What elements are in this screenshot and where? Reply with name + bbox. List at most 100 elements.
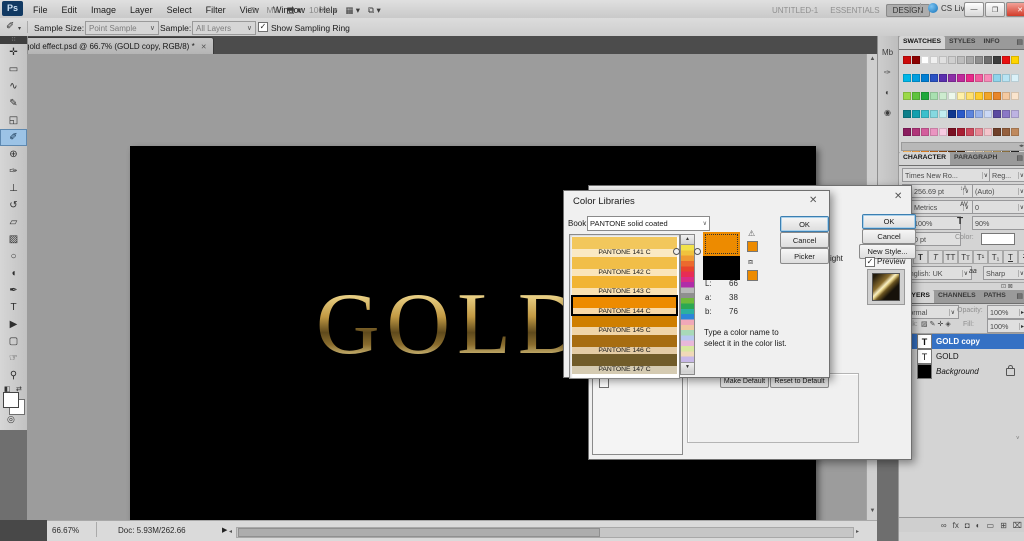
- all-caps-button[interactable]: TT: [943, 250, 958, 264]
- path-selection-tool[interactable]: ▶: [0, 316, 27, 333]
- move-tool[interactable]: ✛: [0, 44, 27, 61]
- cancel-button[interactable]: Cancel: [780, 232, 829, 248]
- new-layer-icon[interactable]: ⊞: [997, 521, 1010, 530]
- swatch-18[interactable]: [948, 74, 956, 82]
- lock-all-icon[interactable]: ◈: [945, 320, 950, 328]
- swatch-20[interactable]: [966, 74, 974, 82]
- swatch-25[interactable]: [1011, 74, 1019, 82]
- swatch-28[interactable]: [921, 92, 929, 100]
- adjustments-panel-icon[interactable]: ◐: [877, 82, 898, 102]
- tab-channels[interactable]: CHANNELS: [934, 290, 980, 303]
- swatch-23[interactable]: [993, 74, 1001, 82]
- link-layers-icon[interactable]: ∞: [938, 521, 950, 530]
- clone-stamp-tool[interactable]: ⊥: [0, 180, 27, 197]
- bridge-icon[interactable]: Br: [246, 3, 263, 17]
- swatch-30[interactable]: [939, 92, 947, 100]
- swatch-2[interactable]: [921, 56, 929, 64]
- swatch-4[interactable]: [939, 56, 947, 64]
- swatch-7[interactable]: [966, 56, 974, 64]
- preview-checkbox[interactable]: ✓: [865, 257, 875, 267]
- swatch-13[interactable]: [903, 74, 911, 82]
- spectrum-down-icon[interactable]: ▼: [681, 362, 694, 372]
- document-tab[interactable]: gold effect.psd @ 66.7% (GOLD copy, RGB/…: [18, 37, 214, 55]
- brush-presets-panel-icon[interactable]: ✑: [877, 62, 898, 82]
- rectangular-marquee-tool[interactable]: ▭: [0, 61, 27, 78]
- gamut-warning-icon[interactable]: ⚠: [748, 229, 755, 238]
- swatch-6[interactable]: [957, 56, 965, 64]
- workspace-overflow-icon[interactable]: »: [902, 0, 918, 13]
- swatch-56[interactable]: [939, 128, 947, 136]
- dialog-close-icon[interactable]: ✕: [809, 195, 817, 206]
- tab-character[interactable]: CHARACTER: [899, 152, 950, 165]
- horizontal-scale-field[interactable]: 90%: [972, 216, 1024, 230]
- tracking-dropdown[interactable]: 0∨: [972, 200, 1024, 214]
- view-extras-icon[interactable]: ⬒ ▾: [282, 3, 305, 18]
- swatch-40[interactable]: [912, 110, 920, 118]
- superscript-button[interactable]: T¹: [973, 250, 988, 264]
- leading-dropdown[interactable]: (Auto)∨: [972, 184, 1024, 198]
- swatch-37[interactable]: [1002, 92, 1010, 100]
- swatch-62[interactable]: [993, 128, 1001, 136]
- healing-brush-tool[interactable]: ⊕: [0, 146, 27, 163]
- ok-button[interactable]: OK: [780, 216, 829, 232]
- tool-preset-chevron-icon[interactable]: ▾: [18, 25, 21, 32]
- swatch-52[interactable]: [903, 128, 911, 136]
- swatch-32[interactable]: [957, 92, 965, 100]
- swatch-55[interactable]: [930, 128, 938, 136]
- eyedropper-tool[interactable]: ✐: [0, 129, 27, 146]
- history-brush-tool[interactable]: ↺: [0, 197, 27, 214]
- spectrum-handle-right[interactable]: [694, 248, 701, 255]
- eyedropper-option-icon[interactable]: ✐: [6, 21, 14, 32]
- pantone-color-list[interactable]: PANTONE 141 CPANTONE 142 CPANTONE 143 CP…: [569, 234, 680, 379]
- swatch-64[interactable]: [1011, 128, 1019, 136]
- pen-tool[interactable]: ✒: [0, 282, 27, 299]
- lock-image-icon[interactable]: ✎: [930, 320, 936, 328]
- swatch-43[interactable]: [939, 110, 947, 118]
- subscript-button[interactable]: T₁: [988, 250, 1003, 264]
- brush-tool[interactable]: ✑: [0, 163, 27, 180]
- underline-button[interactable]: T: [1003, 250, 1018, 264]
- workspace-essentials[interactable]: ESSENTIALS: [824, 4, 885, 17]
- layer-style-close-icon[interactable]: ✕: [894, 191, 902, 202]
- zoom-level-field[interactable]: 100% ▾: [305, 3, 341, 18]
- faux-italic-button[interactable]: T: [928, 250, 943, 264]
- swatch-47[interactable]: [975, 110, 983, 118]
- swatch-61[interactable]: [984, 128, 992, 136]
- swatch-26[interactable]: [903, 92, 911, 100]
- tool-strip-handle[interactable]: ∷: [0, 36, 27, 44]
- mini-bridge-panel-icon[interactable]: Mb: [877, 42, 898, 62]
- small-caps-button[interactable]: Tᴛ: [958, 250, 973, 264]
- fill-field[interactable]: 100%▸: [987, 319, 1024, 333]
- swatch-54[interactable]: [921, 128, 929, 136]
- swatches-panel-menu-icon[interactable]: ▤: [1014, 36, 1024, 49]
- character-panel-footer-icons[interactable]: ⊡ ⊠: [1001, 283, 1013, 290]
- swatch-5[interactable]: [948, 56, 956, 64]
- new-group-icon[interactable]: ▭: [984, 521, 998, 530]
- minimize-button[interactable]: —: [964, 2, 984, 17]
- masks-panel-icon[interactable]: ◉: [877, 102, 898, 122]
- menu-filter[interactable]: Filter: [199, 3, 233, 17]
- swatch-29[interactable]: [930, 92, 938, 100]
- panel-scroll-down-icon[interactable]: ˅: [1016, 436, 1020, 442]
- dodge-tool[interactable]: ◖: [0, 265, 27, 282]
- menu-edit[interactable]: Edit: [55, 3, 85, 17]
- menu-layer[interactable]: Layer: [123, 3, 160, 17]
- swatch-31[interactable]: [948, 92, 956, 100]
- swatch-15[interactable]: [921, 74, 929, 82]
- type-tool[interactable]: T: [0, 299, 27, 316]
- horizontal-scrollbar-thumb[interactable]: [238, 528, 600, 537]
- swatch-0[interactable]: [903, 56, 911, 64]
- tab-swatches[interactable]: SWATCHES: [899, 36, 945, 49]
- zoom-percentage-field[interactable]: 66.67%: [52, 526, 79, 535]
- hscroll-right-icon[interactable]: ▸: [856, 528, 859, 535]
- spectrum-slider[interactable]: ▲ ▼: [680, 234, 695, 375]
- swatch-53[interactable]: [912, 128, 920, 136]
- foreground-color-swatch[interactable]: [3, 392, 19, 408]
- screen-mode-icon[interactable]: ⧉ ▾: [364, 3, 385, 18]
- layer-style-cancel-button[interactable]: Cancel: [862, 229, 916, 244]
- web-color-chip[interactable]: [747, 270, 758, 281]
- hscroll-left-icon[interactable]: ◂: [229, 528, 232, 535]
- mini-bridge-icon[interactable]: Mb: [263, 3, 283, 17]
- crop-tool[interactable]: ◱: [0, 112, 27, 129]
- pantone-item[interactable]: PANTONE 147 C: [572, 354, 677, 374]
